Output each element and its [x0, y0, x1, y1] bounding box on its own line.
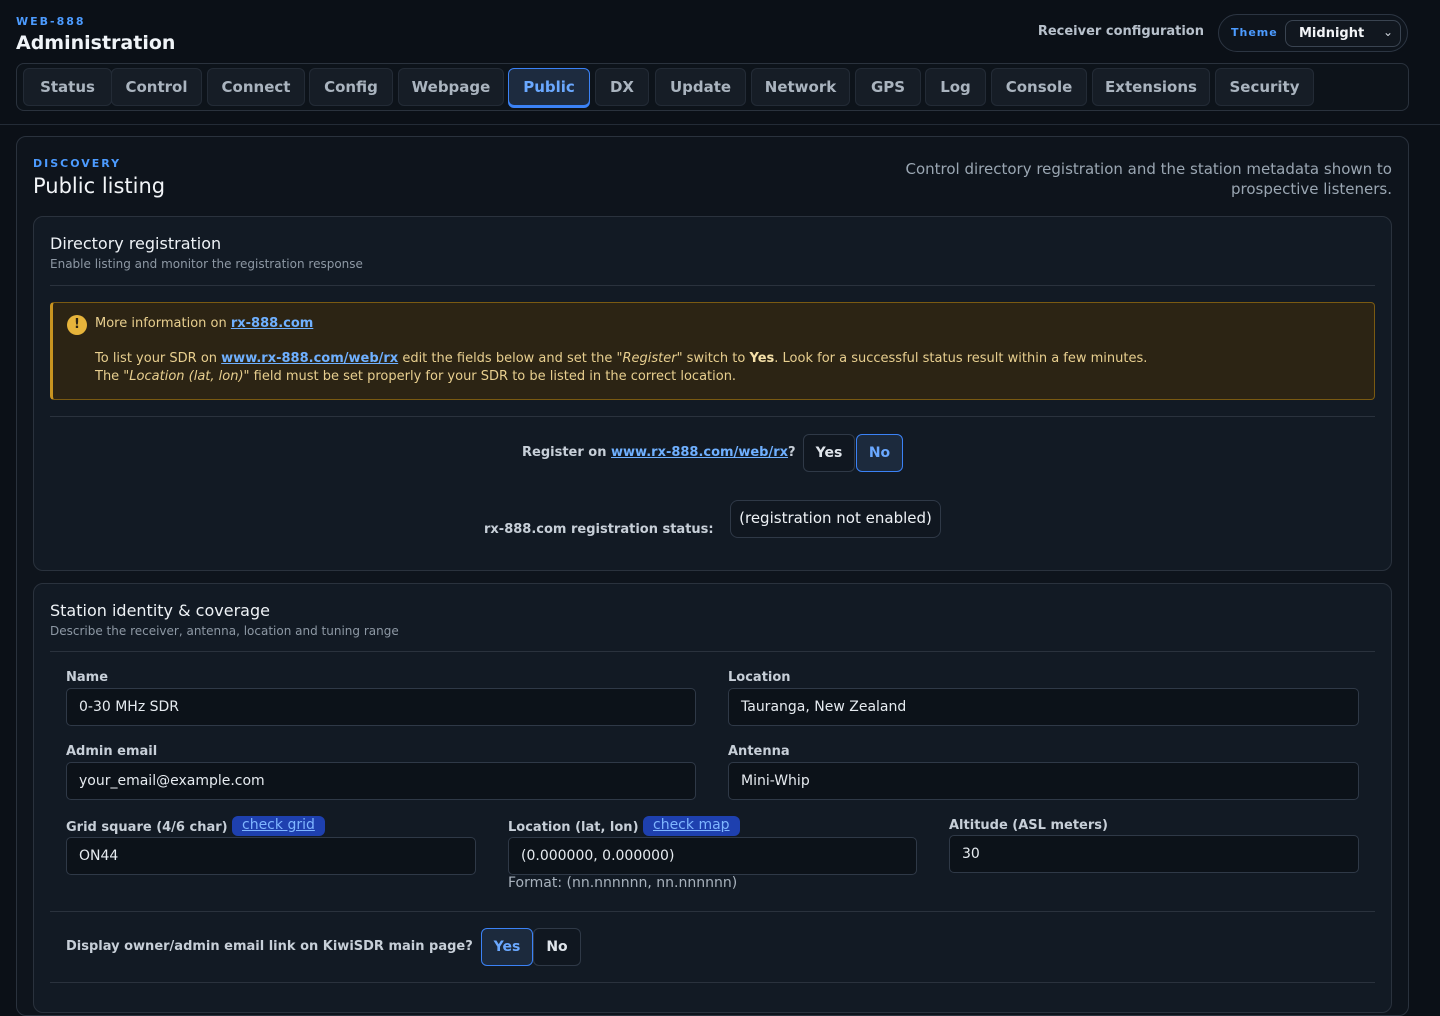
page-title: Public listing	[33, 174, 166, 198]
registration-status-value: (registration not enabled)	[730, 500, 941, 538]
alert-text: More information on	[95, 316, 231, 331]
tab-config[interactable]: Config	[309, 68, 393, 106]
register-label: Register on www.rx-888.com/web/rx?	[522, 445, 796, 460]
tab-gps[interactable]: GPS	[855, 68, 921, 106]
receiver-configuration-label: Receiver configuration	[1037, 24, 1204, 39]
latlon-field[interactable]: (0.000000, 0.000000)	[508, 837, 917, 875]
display-email-yes-button[interactable]: Yes	[481, 928, 533, 966]
tab-update[interactable]: Update	[655, 68, 746, 106]
display-email-label: Display owner/admin email link on KiwiSD…	[66, 939, 473, 954]
tab-webpage[interactable]: Webpage	[398, 68, 504, 106]
register-web-rx-link[interactable]: www.rx-888.com/web/rx	[611, 445, 788, 460]
grid-square-field[interactable]: ON44	[66, 837, 476, 875]
alert-emphasis: Register	[622, 351, 677, 366]
antenna-field[interactable]: Mini-Whip	[728, 762, 1359, 800]
tab-bar: Status Control Connect Config Webpage Pu…	[16, 63, 1409, 111]
tab-status[interactable]: Status	[23, 68, 112, 106]
theme-select[interactable]: Midnight ⌄	[1285, 20, 1401, 47]
section-kicker: DISCOVERY	[33, 157, 122, 170]
directory-registration-card: Directory registration Enable listing an…	[33, 216, 1392, 571]
alert-text: " switch to	[676, 351, 750, 366]
display-email-no-button[interactable]: No	[533, 928, 581, 966]
tab-connect[interactable]: Connect	[207, 68, 305, 106]
admin-email-label: Admin email	[66, 744, 158, 759]
warning-icon: !	[67, 315, 87, 335]
alert-text: " field must be set properly for your SD…	[243, 369, 737, 384]
tab-extensions[interactable]: Extensions	[1092, 68, 1210, 106]
register-yes-button[interactable]: Yes	[803, 434, 855, 472]
theme-label: Theme	[1231, 26, 1278, 39]
alert-line-3: The "Location (lat, lon)" field must be …	[95, 369, 736, 384]
alert-text: edit the fields below and set the "	[398, 351, 623, 366]
card-title: Directory registration	[50, 234, 222, 253]
name-label: Name	[66, 670, 109, 685]
admin-email-field[interactable]: your_email@example.com	[66, 762, 696, 800]
tab-control[interactable]: Control	[111, 68, 202, 106]
app-kicker: WEB-888	[16, 15, 86, 28]
chevron-down-icon: ⌄	[1382, 25, 1393, 39]
card-title: Station identity & coverage	[50, 601, 270, 620]
altitude-label: Altitude (ASL meters)	[949, 818, 1108, 833]
app-title: Administration	[16, 32, 176, 54]
latlon-format-hint: Format: (nn.nnnnnn, nn.nnnnnn)	[508, 875, 738, 891]
check-map-link[interactable]: check map	[643, 816, 740, 836]
web-rx-link[interactable]: www.rx-888.com/web/rx	[221, 351, 398, 366]
info-alert: ! More information on rx-888.com To list…	[50, 302, 1375, 400]
divider	[50, 285, 1375, 286]
divider	[50, 911, 1375, 912]
page-description: Control directory registration and the s…	[905, 160, 1392, 198]
tab-console[interactable]: Console	[991, 68, 1087, 106]
card-subtitle: Enable listing and monitor the registrat…	[50, 257, 363, 271]
grid-square-label: Grid square (4/6 char)	[66, 820, 228, 835]
alert-text: . Look for a successful status result wi…	[774, 351, 1148, 366]
altitude-field[interactable]: 30	[949, 835, 1359, 873]
tab-network[interactable]: Network	[751, 68, 850, 106]
register-suffix: ?	[788, 445, 796, 460]
alert-text: The "	[95, 369, 130, 384]
latlon-label: Location (lat, lon)	[508, 820, 639, 835]
register-no-button[interactable]: No	[856, 434, 903, 472]
alert-emphasis: Location (lat, lon)	[129, 369, 244, 384]
tab-log[interactable]: Log	[925, 68, 986, 106]
register-prefix: Register on	[522, 445, 612, 460]
divider	[50, 651, 1375, 652]
name-field[interactable]: 0-30 MHz SDR	[66, 688, 696, 726]
alert-line-2: To list your SDR on www.rx-888.com/web/r…	[95, 351, 1147, 366]
location-field[interactable]: Tauranga, New Zealand	[728, 688, 1359, 726]
check-grid-link[interactable]: check grid	[232, 816, 325, 836]
alert-line-1: More information on rx-888.com	[95, 316, 313, 331]
station-identity-card: Station identity & coverage Describe the…	[33, 583, 1392, 1013]
tab-security[interactable]: Security	[1215, 68, 1314, 106]
location-label: Location	[728, 670, 791, 685]
top-bar: WEB-888 Administration Receiver configur…	[0, 0, 1440, 125]
registration-status-label: rx-888.com registration status:	[484, 522, 714, 537]
divider	[50, 982, 1375, 983]
theme-select-value: Midnight	[1299, 26, 1365, 41]
rx888-link[interactable]: rx-888.com	[231, 316, 313, 331]
theme-switcher: Theme Midnight ⌄	[1218, 14, 1408, 52]
alert-bold: Yes	[749, 351, 775, 366]
divider	[50, 416, 1375, 417]
public-listing-panel: DISCOVERY Public listing Control directo…	[16, 136, 1409, 1016]
card-subtitle: Describe the receiver, antenna, location…	[50, 624, 399, 638]
alert-text: To list your SDR on	[95, 351, 222, 366]
antenna-label: Antenna	[728, 744, 790, 759]
tab-public[interactable]: Public	[508, 68, 590, 106]
tab-dx[interactable]: DX	[595, 68, 649, 106]
